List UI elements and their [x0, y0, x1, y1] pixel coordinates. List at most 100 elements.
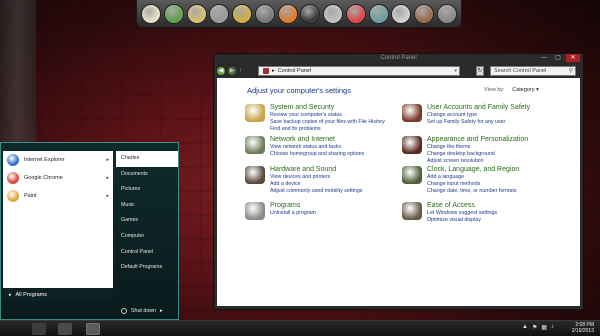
category-link[interactable]: Let Windows suggest settings	[427, 210, 497, 217]
category-icon[interactable]	[402, 136, 422, 154]
category-icon[interactable]	[245, 202, 265, 220]
media-icon[interactable]	[232, 3, 253, 24]
network-icon[interactable]: ▦	[541, 324, 547, 331]
category-icon[interactable]	[402, 166, 422, 184]
category-title[interactable]: Clock, Language, and Region	[427, 166, 519, 173]
category-link[interactable]: Change date, time, or number formats	[427, 188, 519, 195]
program-label: Internet Explorer	[24, 157, 65, 163]
start-place-default-programs[interactable]: Default Programs	[116, 260, 178, 276]
start-place-charles[interactable]: Charles	[116, 151, 178, 167]
chevron-up-icon[interactable]: ▲	[522, 324, 528, 331]
drive-icon[interactable]	[300, 3, 321, 24]
power-icon[interactable]	[345, 3, 366, 24]
category-link[interactable]: Add a device	[270, 181, 362, 188]
back-button[interactable]: ◀	[217, 66, 225, 75]
category-link[interactable]: Add a language	[427, 174, 519, 181]
display-icon[interactable]	[391, 3, 412, 24]
category-appearance-and-personalization: Appearance and Personalization Change the…	[402, 136, 528, 165]
chevron-right-icon[interactable]: ▸	[106, 175, 109, 181]
category-icon[interactable]	[402, 104, 422, 122]
search-icon[interactable]: ⚲	[569, 67, 573, 76]
category-link[interactable]: Choose homegroup and sharing options	[270, 151, 364, 158]
program-item[interactable]: Paint ▸	[3, 187, 113, 205]
category-hardware-and-sound: Hardware and Sound View devices and print…	[245, 166, 362, 195]
firefox-icon[interactable]	[277, 3, 298, 24]
category-link[interactable]: Set up Family Safety for any user	[427, 119, 530, 126]
category-link[interactable]: Find and fix problems	[270, 126, 385, 133]
view-by-select[interactable]: Category ▾	[512, 87, 539, 93]
category-link[interactable]: Adjust screen resolution	[427, 158, 528, 165]
start-place-computer[interactable]: Computer	[116, 229, 178, 245]
start-place-control-panel[interactable]: Control Panel	[116, 245, 178, 261]
category-icon[interactable]	[245, 166, 265, 184]
close-button[interactable]: ✕	[566, 54, 580, 62]
clock[interactable]: 2:08 PM 2/19/2013	[572, 322, 594, 334]
category-icon[interactable]	[245, 104, 265, 122]
category-title[interactable]: User Accounts and Family Safety	[427, 104, 530, 111]
search-input[interactable]: Search Control Panel ⚲	[490, 66, 576, 76]
forward-button[interactable]: ▶	[228, 66, 236, 75]
video-icon[interactable]	[414, 3, 435, 24]
page-title: Adjust your computer's settings	[247, 86, 351, 95]
chevron-right-icon[interactable]: ▸	[106, 193, 109, 199]
clock-icon[interactable]	[186, 3, 207, 24]
maximize-button[interactable]: ▢	[552, 54, 564, 62]
category-title[interactable]: System and Security	[270, 104, 385, 111]
category-link[interactable]: Save backup copies of your files with Fi…	[270, 119, 385, 126]
category-link[interactable]: View network status and tasks	[270, 144, 364, 151]
category-link[interactable]: Change input methods	[427, 181, 519, 188]
chevron-down-icon[interactable]: ▾	[454, 67, 457, 76]
start-place-pictures[interactable]: Pictures	[116, 182, 178, 198]
start-menu: Internet Explorer ▸ Google Chrome ▸ Paint ▸ ▸…	[0, 142, 179, 320]
start-menu-programs: Internet Explorer ▸ Google Chrome ▸ Paint ▸	[3, 151, 113, 301]
chevron-right-icon[interactable]: ▸	[106, 157, 109, 163]
category-icon[interactable]	[245, 136, 265, 154]
refresh-button[interactable]: ↻	[476, 66, 484, 76]
category-link[interactable]: Adjust commonly used mobility settings	[270, 188, 362, 195]
taskbar-chrome-button[interactable]	[32, 323, 46, 335]
address-bar[interactable]: ▸ Control Panel ▾	[258, 66, 460, 76]
gallery-icon[interactable]	[254, 3, 275, 24]
start-place-documents[interactable]: Documents	[116, 167, 178, 183]
window-title: Control Panel	[380, 55, 417, 61]
flag-icon[interactable]	[323, 3, 344, 24]
all-programs-button[interactable]: ▸ All Programs	[3, 288, 113, 301]
taskbar-control-panel-button[interactable]	[86, 323, 100, 335]
category-title[interactable]: Hardware and Sound	[270, 166, 362, 173]
start-menu-places: Charles Documents Pictures Music Games Comput…	[116, 151, 178, 301]
date: 2/19/2013	[571, 328, 594, 334]
program-item[interactable]: Google Chrome ▸	[3, 169, 113, 187]
shutdown-button[interactable]: Shut down ▸	[116, 305, 178, 317]
category-title[interactable]: Network and Internet	[270, 136, 364, 143]
category-link[interactable]: View devices and printers	[270, 174, 362, 181]
category-title[interactable]: Ease of Access	[427, 202, 497, 209]
up-arrow-icon[interactable]: ↑	[239, 68, 242, 74]
folder-icon[interactable]	[436, 3, 457, 24]
start-place-music[interactable]: Music	[116, 198, 178, 214]
start-place-games[interactable]: Games	[116, 213, 178, 229]
user-icon[interactable]	[141, 3, 161, 24]
control-panel-window: Control Panel — ▢ ✕ ◀ ▶ ↑ ▸ Control Pane…	[213, 53, 584, 310]
chevron-right-icon[interactable]: ▸	[160, 308, 163, 314]
category-link[interactable]: Uninstall a program	[270, 210, 316, 217]
program-item[interactable]: Internet Explorer ▸	[3, 151, 113, 169]
category-icon[interactable]	[402, 202, 422, 220]
category-link[interactable]: Change the theme	[427, 144, 528, 151]
category-network-and-internet: Network and Internet View network status …	[245, 136, 364, 158]
minimize-button[interactable]: —	[538, 54, 550, 62]
category-title[interactable]: Appearance and Personalization	[427, 136, 528, 143]
category-link[interactable]: Change desktop background	[427, 151, 528, 158]
category-clock-language-and-region: Clock, Language, and Region Add a languag…	[402, 166, 519, 195]
flag-icon[interactable]: ⚑	[532, 324, 537, 331]
taskbar-explorer-button[interactable]	[58, 323, 72, 335]
dock	[136, 0, 462, 28]
robot-icon[interactable]	[209, 3, 230, 24]
category-system-and-security: System and Security Review your computer'…	[245, 104, 385, 133]
category-link[interactable]: Change account type	[427, 112, 530, 119]
chrome-icon[interactable]	[163, 3, 184, 24]
category-link[interactable]: Optimize visual display	[427, 217, 497, 224]
category-title[interactable]: Programs	[270, 202, 316, 209]
volume-icon[interactable]: ♪	[551, 324, 554, 331]
gear-icon[interactable]	[368, 3, 389, 24]
category-link[interactable]: Review your computer's status	[270, 112, 385, 119]
